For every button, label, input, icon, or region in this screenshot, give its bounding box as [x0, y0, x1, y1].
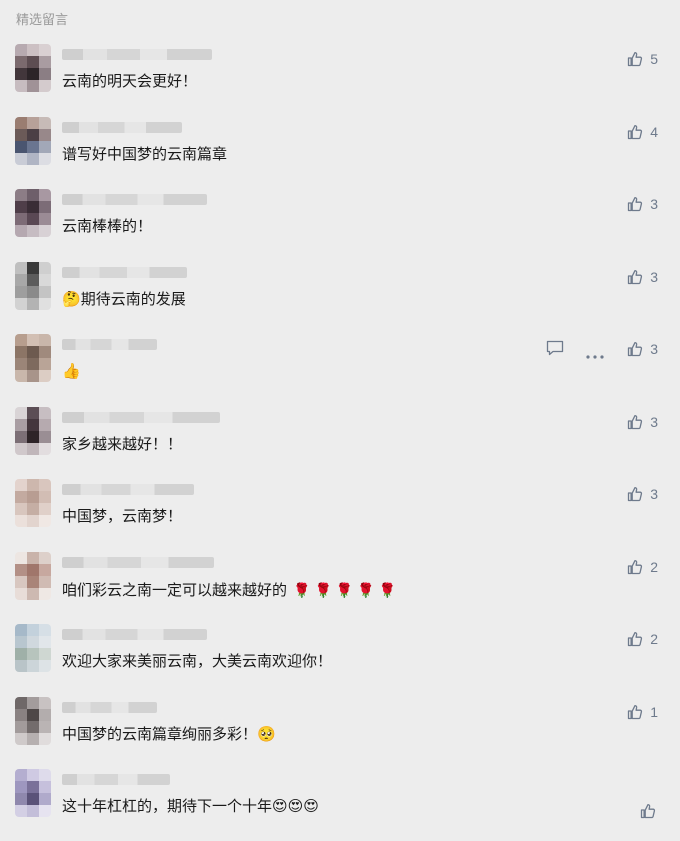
- commenter-name-blurred: [62, 339, 157, 350]
- like-button[interactable]: 5: [627, 51, 658, 67]
- commenter-name-blurred: [62, 556, 214, 568]
- emoji-suffix: 😍😍😍: [272, 798, 319, 815]
- thumbs-up-icon[interactable]: [627, 269, 643, 285]
- avatar[interactable]: [15, 406, 51, 455]
- comment-text: 咱们彩云之南一定可以越来越好的 🌹 🌹 🌹 🌹 🌹: [62, 580, 400, 601]
- comment-text: 这十年杠杠的，期待下一个十年😍😍😍: [62, 797, 319, 817]
- section-title: 精选留言: [16, 12, 69, 27]
- comment-text: 云南的明天会更好！: [62, 72, 197, 92]
- comment-item: 🤔期待云南的发展 3: [0, 261, 680, 334]
- thumbs-up-icon[interactable]: [627, 704, 643, 720]
- avatar[interactable]: [15, 551, 51, 600]
- like-count: 1: [650, 703, 658, 720]
- comment-icon[interactable]: [546, 340, 564, 361]
- like-count: 2: [650, 631, 658, 647]
- rose-emoji: 🌹: [314, 581, 332, 598]
- comment-item: 谱写好中国梦的云南篇章 4: [0, 116, 680, 189]
- like-button[interactable]: 2: [627, 631, 658, 647]
- emoji-suffix: 🥺: [257, 725, 276, 743]
- like-button[interactable]: 3: [627, 341, 658, 357]
- commenter-name-blurred: [62, 49, 212, 60]
- comment-text-body: 谱写好中国梦的云南篇章: [62, 145, 228, 163]
- avatar[interactable]: [15, 44, 51, 92]
- commenter-name-blurred: [62, 484, 194, 495]
- like-count: 2: [650, 558, 658, 575]
- like-button[interactable]: 3: [627, 414, 658, 430]
- thumbs-up-icon[interactable]: [627, 196, 643, 212]
- comment-item: 家乡越来越好！！ 3: [0, 406, 680, 479]
- comment-text: 👍: [62, 362, 81, 382]
- thumbs-up-icon[interactable]: [640, 803, 656, 819]
- like-button[interactable]: 1: [627, 704, 658, 720]
- comment-text: 云南棒棒的！: [62, 217, 152, 237]
- thumbs-up-icon[interactable]: [627, 486, 643, 502]
- avatar[interactable]: [15, 624, 51, 672]
- commenter-name-blurred: [62, 701, 157, 713]
- rose-emoji: 🌹: [357, 581, 375, 598]
- rose-emoji: 🌹: [293, 581, 311, 598]
- comment-text-body: 欢迎大家来美丽云南，大美云南欢迎你！: [62, 653, 333, 670]
- avatar[interactable]: [15, 479, 51, 527]
- like-count: 3: [650, 341, 658, 357]
- like-count: 3: [650, 268, 658, 285]
- thumbs-up-icon[interactable]: [627, 414, 643, 430]
- comment-item: 云南棒棒的！ 3: [0, 189, 680, 261]
- thumbs-up-icon[interactable]: [627, 51, 643, 67]
- avatar[interactable]: [15, 696, 51, 745]
- like-count: 3: [650, 413, 658, 430]
- rose-emoji: 🌹: [378, 581, 397, 598]
- comment-item: 云南的明天会更好！ 5: [0, 44, 680, 116]
- commenter-name-blurred: [62, 774, 170, 785]
- thumbs-up-icon[interactable]: [627, 341, 643, 357]
- thumbs-up-icon[interactable]: [627, 124, 643, 140]
- comment-text: 谱写好中国梦的云南篇章: [62, 145, 227, 165]
- avatar[interactable]: [15, 116, 51, 165]
- thumbs-up-icon[interactable]: [627, 631, 643, 647]
- comment-item: 👍 3: [0, 334, 680, 406]
- comment-item: 欢迎大家来美丽云南，大美云南欢迎你！ 2: [0, 624, 680, 696]
- more-icon[interactable]: [586, 346, 604, 364]
- comment-text: 🤔期待云南的发展: [62, 290, 186, 310]
- comment-text-body: 家乡越来越好！！: [62, 435, 183, 453]
- comment-text: 中国梦，云南梦！: [62, 507, 182, 527]
- comment-item: 中国梦，云南梦！ 3: [0, 479, 680, 551]
- thumbs-up-emoji: 👍: [62, 363, 81, 380]
- comment-item: 中国梦的云南篇章绚丽多彩！🥺 1: [0, 696, 680, 769]
- comment-text-body: 这十年杠杠的，期待下一个十年: [62, 798, 273, 815]
- like-button[interactable]: 3: [627, 486, 658, 502]
- like-count: 5: [650, 51, 658, 67]
- commenter-name-blurred: [62, 411, 220, 423]
- commenter-name-blurred: [62, 266, 187, 278]
- avatar[interactable]: [15, 261, 51, 310]
- commenter-name-blurred: [62, 629, 207, 640]
- comment-item: 咱们彩云之南一定可以越来越好的 🌹 🌹 🌹 🌹 🌹 2: [0, 551, 680, 624]
- avatar[interactable]: [15, 334, 51, 382]
- like-button[interactable]: [640, 803, 656, 819]
- comment-text: 家乡越来越好！！: [62, 435, 182, 455]
- comment-text-body: 期待云南的发展: [80, 290, 186, 308]
- like-button[interactable]: 4: [627, 124, 658, 140]
- commenter-name-blurred: [62, 121, 182, 133]
- comment-text-body: 咱们彩云之南一定可以越来越好的: [62, 581, 288, 599]
- comment-item: 这十年杠杠的，期待下一个十年😍😍😍: [0, 769, 680, 841]
- comment-text-body: 中国梦，云南梦！: [62, 508, 183, 525]
- like-count: 4: [650, 123, 658, 140]
- thinking-emoji: 🤔: [62, 290, 81, 308]
- comment-text-body: 云南棒棒的！: [62, 218, 153, 235]
- like-button[interactable]: 3: [627, 196, 658, 212]
- like-count: 3: [650, 196, 658, 212]
- rose-emoji: 🌹: [335, 581, 354, 598]
- comment-text: 欢迎大家来美丽云南，大美云南欢迎你！: [62, 652, 332, 672]
- comment-text-body: 中国梦的云南篇章绚丽多彩！: [62, 725, 258, 743]
- comment-text: 中国梦的云南篇章绚丽多彩！🥺: [62, 725, 276, 745]
- avatar[interactable]: [15, 189, 51, 237]
- commenter-name-blurred: [62, 194, 207, 205]
- comment-text-body: 云南的明天会更好！: [62, 73, 198, 90]
- like-count: 3: [650, 486, 658, 502]
- like-button[interactable]: 2: [627, 559, 658, 575]
- like-button[interactable]: 3: [627, 269, 658, 285]
- avatar[interactable]: [15, 769, 51, 817]
- thumbs-up-icon[interactable]: [627, 559, 643, 575]
